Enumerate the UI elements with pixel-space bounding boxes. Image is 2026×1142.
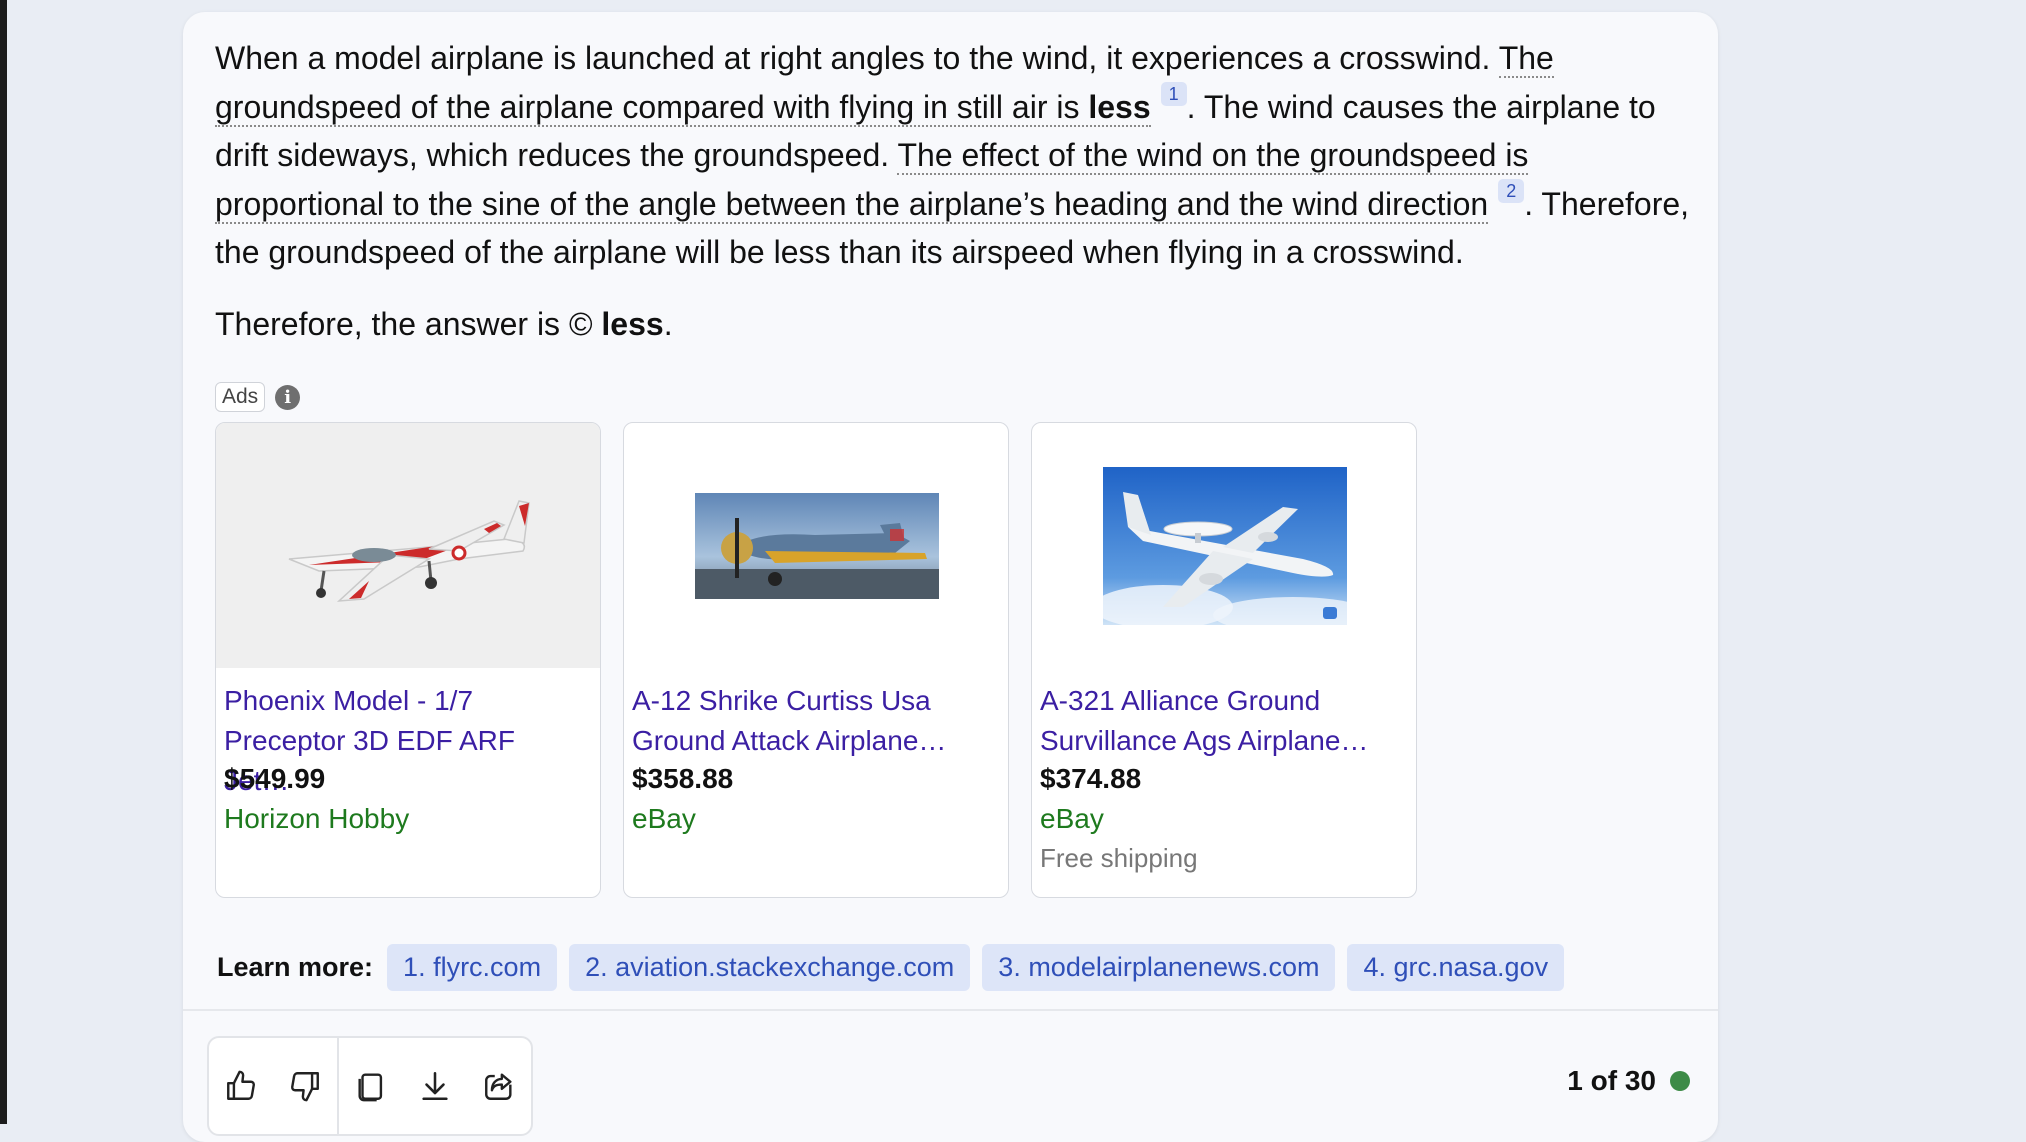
ads-header: Ads i [215,382,301,412]
product-title-link[interactable]: A-321 Alliance Ground Survillance Ags Ai… [1040,681,1400,761]
source-link-4[interactable]: 4. grc.nasa.gov [1347,944,1565,991]
product-image-shrike[interactable] [624,423,1008,668]
response-counter: 1 of 30 [1567,1065,1690,1097]
product-ads-carousel: Phoenix Model - 1/7 Preceptor 3D EDF ARF… [215,422,1417,898]
left-window-edge [0,0,7,1124]
learn-more-label: Learn more: [217,952,374,982]
product-seller: eBay [632,803,696,834]
thumbs-up-icon[interactable] [209,1036,273,1136]
ads-label: Ads [215,382,266,412]
product-price: $358.88 [632,763,734,794]
info-icon[interactable]: i [275,384,301,410]
thumbs-down-icon[interactable] [273,1036,337,1136]
source-link-2[interactable]: 2. aviation.stackexchange.com [569,944,971,991]
product-seller: Horizon Hobby [224,803,410,834]
product-card[interactable]: Phoenix Model - 1/7 Preceptor 3D EDF ARF… [215,422,601,898]
answer-text: When a model airplane is launched at rig… [215,34,1690,348]
copy-icon[interactable] [339,1036,403,1136]
answer-paragraph-2: Therefore, the answer is © less. [215,306,673,342]
status-dot [1670,1071,1690,1091]
product-shipping: Free shipping [1040,843,1198,873]
product-card[interactable]: A-321 Alliance Ground Survillance Ags Ai… [1031,422,1417,898]
citation-marker-1[interactable]: 1 [1160,82,1187,106]
product-image-jet[interactable] [216,423,600,668]
citation-marker-2[interactable]: 2 [1498,179,1525,203]
divider [183,1009,1718,1011]
product-seller: eBay [1040,803,1104,834]
product-image-awacs[interactable] [1032,423,1416,668]
response-actions-toolbar [207,1036,533,1136]
answer-paragraph-1: When a model airplane is launched at rig… [215,40,1690,270]
product-price: $549.99 [224,763,326,794]
product-card[interactable]: A-12 Shrike Curtiss Usa Ground Attack Ai… [623,422,1009,898]
chat-response-card: When a model airplane is launched at rig… [183,12,1718,1142]
share-icon[interactable] [467,1036,531,1136]
product-title-link[interactable]: A-12 Shrike Curtiss Usa Ground Attack Ai… [632,681,992,761]
response-count-text: 1 of 30 [1567,1065,1656,1096]
download-icon[interactable] [403,1036,467,1136]
source-link-1[interactable]: 1. flyrc.com [387,944,558,991]
learn-more-row: Learn more: 1. flyrc.com 2. aviation.sta… [217,944,1565,991]
source-link-3[interactable]: 3. modelairplanenews.com [982,944,1336,991]
product-price: $374.88 [1040,763,1142,794]
